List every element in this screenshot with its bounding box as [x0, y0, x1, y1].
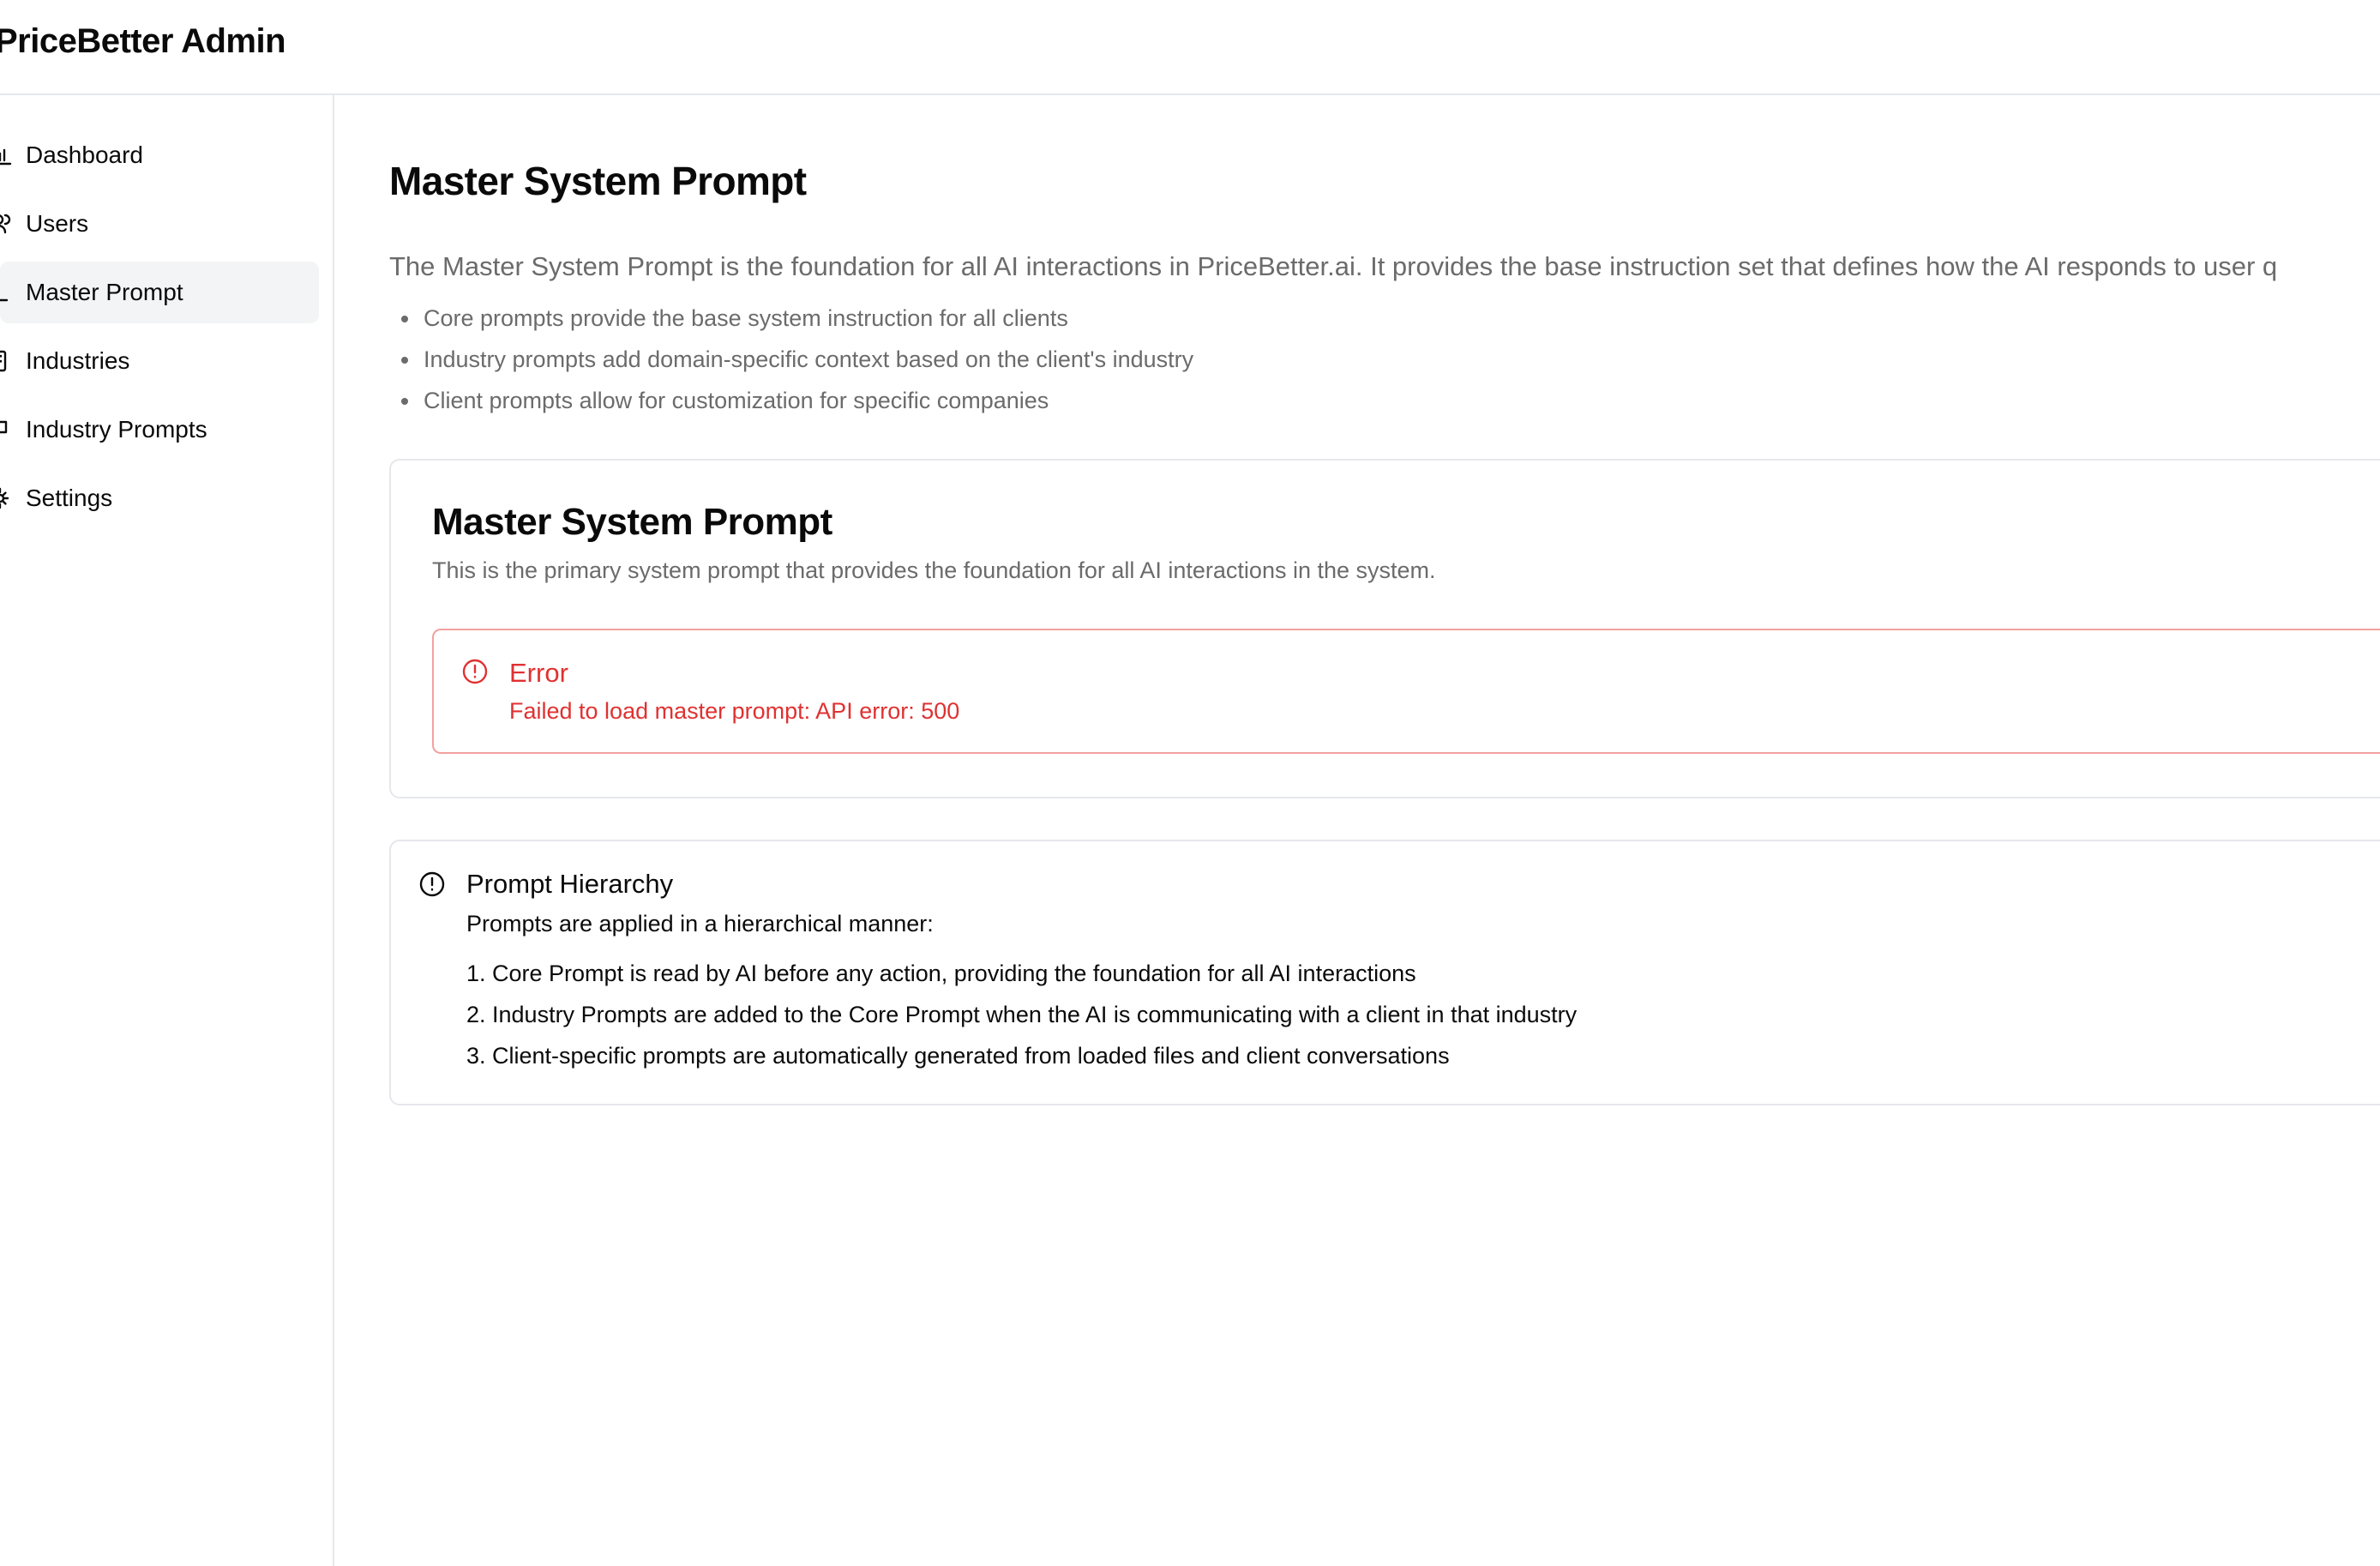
- list-item: 2. Industry Prompts are added to the Cor…: [466, 1002, 1578, 1027]
- bullet-dot: [401, 357, 408, 364]
- users-icon: [0, 212, 14, 236]
- hierarchy-title: Prompt Hierarchy: [466, 869, 674, 899]
- sidebar: Dashboard Users Master Prompt Industries: [0, 95, 334, 1566]
- error-message: Failed to load master prompt: API error:…: [509, 698, 960, 724]
- bullet-dot: [401, 398, 408, 405]
- list-item: 3. Client-specific prompts are automatic…: [466, 1043, 1450, 1069]
- hierarchy-list: 1. Core Prompt is read by AI before any …: [466, 953, 1577, 1076]
- list-item-text: Client prompts allow for customization f…: [424, 388, 1049, 413]
- building-icon: [0, 349, 14, 373]
- gear-icon: [0, 486, 14, 510]
- list-item: Industry prompts add domain-specific con…: [389, 339, 1193, 380]
- error-title: Error: [509, 658, 568, 688]
- hierarchy-intro: Prompts are applied in a hierarchical ma…: [466, 911, 934, 937]
- list-item-text: Core prompts provide the base system ins…: [424, 305, 1068, 331]
- page-description: The Master System Prompt is the foundati…: [389, 251, 2278, 281]
- list-item: Core prompts provide the base system ins…: [389, 298, 1193, 339]
- bar-chart-icon: [0, 143, 14, 167]
- terminal-icon: [0, 280, 14, 304]
- sidebar-item-label: Settings: [26, 485, 113, 511]
- sidebar-item-industries[interactable]: Industries: [0, 330, 319, 392]
- app-root: PriceBetter Admin Dashboard Users Master…: [0, 0, 2380, 1566]
- app-title: PriceBetter Admin: [0, 22, 286, 60]
- sidebar-item-label: Dashboard: [26, 142, 143, 168]
- sidebar-item-users[interactable]: Users: [0, 193, 319, 255]
- list-item-text: Industry prompts add domain-specific con…: [424, 346, 1194, 372]
- sidebar-item-label: Users: [26, 210, 89, 237]
- prompt-hierarchy-card: Prompt Hierarchy Prompts are applied in …: [389, 840, 2380, 1105]
- master-prompt-card: Master System Prompt This is the primary…: [389, 459, 2380, 798]
- sidebar-item-label: Industries: [26, 347, 130, 374]
- bullet-dot: [401, 316, 408, 322]
- list-item: 1. Core Prompt is read by AI before any …: [466, 961, 1416, 986]
- prompt-types-list: Core prompts provide the base system ins…: [389, 298, 1193, 421]
- message-square-icon: [0, 418, 14, 442]
- sidebar-item-industry-prompts[interactable]: Industry Prompts: [0, 399, 319, 461]
- sidebar-item-settings[interactable]: Settings: [0, 467, 319, 529]
- list-item: Client prompts allow for customization f…: [389, 380, 1193, 421]
- card-title: Master System Prompt: [432, 501, 832, 543]
- alert-circle-icon: [461, 658, 489, 685]
- card-subtitle: This is the primary system prompt that p…: [432, 557, 1436, 583]
- sidebar-item-master-prompt[interactable]: Master Prompt: [0, 262, 319, 323]
- page-title: Master System Prompt: [389, 159, 807, 203]
- main-content: Master System Prompt The Master System P…: [336, 97, 2380, 1566]
- sidebar-item-label: Master Prompt: [26, 279, 183, 305]
- sidebar-item-dashboard[interactable]: Dashboard: [0, 124, 319, 186]
- sidebar-item-label: Industry Prompts: [26, 416, 207, 443]
- top-header: PriceBetter Admin: [0, 0, 2380, 95]
- error-alert: Error Failed to load master prompt: API …: [432, 629, 2380, 754]
- info-circle-icon: [418, 870, 446, 898]
